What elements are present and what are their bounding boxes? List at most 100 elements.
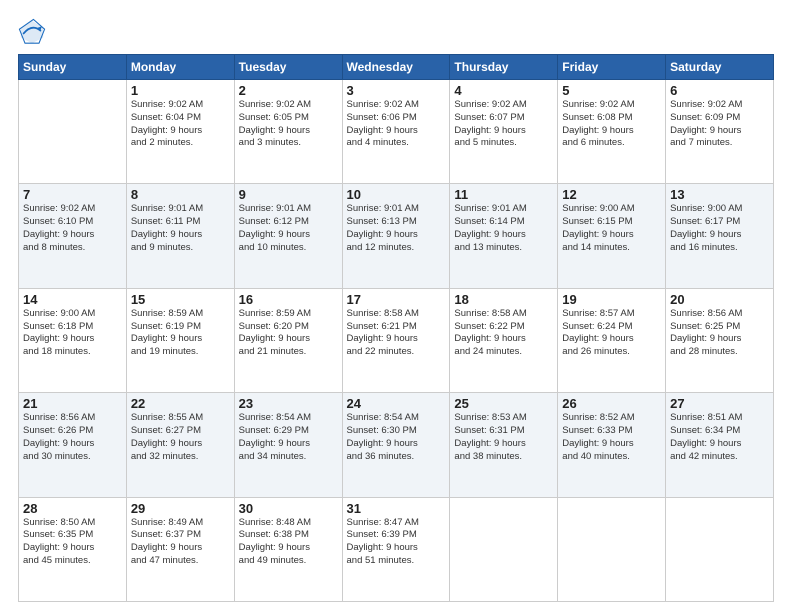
- logo-icon: [18, 18, 46, 46]
- day-cell: 9Sunrise: 9:01 AM Sunset: 6:12 PM Daylig…: [234, 184, 342, 288]
- day-number: 3: [347, 83, 446, 98]
- day-number: 9: [239, 187, 338, 202]
- day-info: Sunrise: 9:00 AM Sunset: 6:15 PM Dayligh…: [562, 203, 661, 254]
- day-cell: [19, 80, 127, 184]
- day-number: 2: [239, 83, 338, 98]
- day-cell: 7Sunrise: 9:02 AM Sunset: 6:10 PM Daylig…: [19, 184, 127, 288]
- week-row-5: 28Sunrise: 8:50 AM Sunset: 6:35 PM Dayli…: [19, 497, 774, 601]
- day-info: Sunrise: 8:47 AM Sunset: 6:39 PM Dayligh…: [347, 517, 446, 568]
- day-cell: 15Sunrise: 8:59 AM Sunset: 6:19 PM Dayli…: [126, 288, 234, 392]
- day-info: Sunrise: 8:58 AM Sunset: 6:22 PM Dayligh…: [454, 308, 553, 359]
- day-info: Sunrise: 8:55 AM Sunset: 6:27 PM Dayligh…: [131, 412, 230, 463]
- day-cell: 2Sunrise: 9:02 AM Sunset: 6:05 PM Daylig…: [234, 80, 342, 184]
- day-info: Sunrise: 8:54 AM Sunset: 6:30 PM Dayligh…: [347, 412, 446, 463]
- day-number: 17: [347, 292, 446, 307]
- day-info: Sunrise: 9:00 AM Sunset: 6:18 PM Dayligh…: [23, 308, 122, 359]
- day-info: Sunrise: 8:52 AM Sunset: 6:33 PM Dayligh…: [562, 412, 661, 463]
- day-number: 30: [239, 501, 338, 516]
- day-cell: 8Sunrise: 9:01 AM Sunset: 6:11 PM Daylig…: [126, 184, 234, 288]
- col-header-monday: Monday: [126, 55, 234, 80]
- day-number: 1: [131, 83, 230, 98]
- day-cell: 29Sunrise: 8:49 AM Sunset: 6:37 PM Dayli…: [126, 497, 234, 601]
- day-info: Sunrise: 8:50 AM Sunset: 6:35 PM Dayligh…: [23, 517, 122, 568]
- day-number: 26: [562, 396, 661, 411]
- day-number: 19: [562, 292, 661, 307]
- week-row-1: 1Sunrise: 9:02 AM Sunset: 6:04 PM Daylig…: [19, 80, 774, 184]
- day-info: Sunrise: 9:00 AM Sunset: 6:17 PM Dayligh…: [670, 203, 769, 254]
- day-number: 18: [454, 292, 553, 307]
- day-cell: 1Sunrise: 9:02 AM Sunset: 6:04 PM Daylig…: [126, 80, 234, 184]
- day-cell: 14Sunrise: 9:00 AM Sunset: 6:18 PM Dayli…: [19, 288, 127, 392]
- day-info: Sunrise: 8:48 AM Sunset: 6:38 PM Dayligh…: [239, 517, 338, 568]
- week-row-4: 21Sunrise: 8:56 AM Sunset: 6:26 PM Dayli…: [19, 393, 774, 497]
- day-number: 11: [454, 187, 553, 202]
- day-info: Sunrise: 9:01 AM Sunset: 6:12 PM Dayligh…: [239, 203, 338, 254]
- day-cell: 24Sunrise: 8:54 AM Sunset: 6:30 PM Dayli…: [342, 393, 450, 497]
- day-cell: 21Sunrise: 8:56 AM Sunset: 6:26 PM Dayli…: [19, 393, 127, 497]
- day-cell: 11Sunrise: 9:01 AM Sunset: 6:14 PM Dayli…: [450, 184, 558, 288]
- day-number: 22: [131, 396, 230, 411]
- day-info: Sunrise: 8:59 AM Sunset: 6:20 PM Dayligh…: [239, 308, 338, 359]
- header-row: SundayMondayTuesdayWednesdayThursdayFrid…: [19, 55, 774, 80]
- day-info: Sunrise: 9:01 AM Sunset: 6:13 PM Dayligh…: [347, 203, 446, 254]
- day-cell: 27Sunrise: 8:51 AM Sunset: 6:34 PM Dayli…: [666, 393, 774, 497]
- day-cell: 5Sunrise: 9:02 AM Sunset: 6:08 PM Daylig…: [558, 80, 666, 184]
- day-number: 28: [23, 501, 122, 516]
- day-cell: [558, 497, 666, 601]
- day-info: Sunrise: 8:51 AM Sunset: 6:34 PM Dayligh…: [670, 412, 769, 463]
- day-number: 4: [454, 83, 553, 98]
- day-info: Sunrise: 8:53 AM Sunset: 6:31 PM Dayligh…: [454, 412, 553, 463]
- day-info: Sunrise: 9:01 AM Sunset: 6:14 PM Dayligh…: [454, 203, 553, 254]
- day-cell: 10Sunrise: 9:01 AM Sunset: 6:13 PM Dayli…: [342, 184, 450, 288]
- week-row-2: 7Sunrise: 9:02 AM Sunset: 6:10 PM Daylig…: [19, 184, 774, 288]
- day-number: 5: [562, 83, 661, 98]
- day-cell: 20Sunrise: 8:56 AM Sunset: 6:25 PM Dayli…: [666, 288, 774, 392]
- day-cell: 4Sunrise: 9:02 AM Sunset: 6:07 PM Daylig…: [450, 80, 558, 184]
- week-row-3: 14Sunrise: 9:00 AM Sunset: 6:18 PM Dayli…: [19, 288, 774, 392]
- day-number: 21: [23, 396, 122, 411]
- day-info: Sunrise: 9:02 AM Sunset: 6:04 PM Dayligh…: [131, 99, 230, 150]
- day-cell: 17Sunrise: 8:58 AM Sunset: 6:21 PM Dayli…: [342, 288, 450, 392]
- day-cell: 30Sunrise: 8:48 AM Sunset: 6:38 PM Dayli…: [234, 497, 342, 601]
- day-cell: 23Sunrise: 8:54 AM Sunset: 6:29 PM Dayli…: [234, 393, 342, 497]
- day-info: Sunrise: 9:02 AM Sunset: 6:08 PM Dayligh…: [562, 99, 661, 150]
- day-number: 15: [131, 292, 230, 307]
- day-cell: 13Sunrise: 9:00 AM Sunset: 6:17 PM Dayli…: [666, 184, 774, 288]
- col-header-thursday: Thursday: [450, 55, 558, 80]
- day-info: Sunrise: 9:02 AM Sunset: 6:09 PM Dayligh…: [670, 99, 769, 150]
- day-info: Sunrise: 8:56 AM Sunset: 6:26 PM Dayligh…: [23, 412, 122, 463]
- col-header-tuesday: Tuesday: [234, 55, 342, 80]
- day-number: 27: [670, 396, 769, 411]
- day-cell: 19Sunrise: 8:57 AM Sunset: 6:24 PM Dayli…: [558, 288, 666, 392]
- day-info: Sunrise: 9:01 AM Sunset: 6:11 PM Dayligh…: [131, 203, 230, 254]
- day-number: 31: [347, 501, 446, 516]
- day-cell: 25Sunrise: 8:53 AM Sunset: 6:31 PM Dayli…: [450, 393, 558, 497]
- day-number: 25: [454, 396, 553, 411]
- day-number: 24: [347, 396, 446, 411]
- day-cell: 31Sunrise: 8:47 AM Sunset: 6:39 PM Dayli…: [342, 497, 450, 601]
- day-cell: 3Sunrise: 9:02 AM Sunset: 6:06 PM Daylig…: [342, 80, 450, 184]
- day-number: 8: [131, 187, 230, 202]
- day-cell: [666, 497, 774, 601]
- day-cell: 16Sunrise: 8:59 AM Sunset: 6:20 PM Dayli…: [234, 288, 342, 392]
- day-cell: 12Sunrise: 9:00 AM Sunset: 6:15 PM Dayli…: [558, 184, 666, 288]
- day-number: 29: [131, 501, 230, 516]
- day-cell: [450, 497, 558, 601]
- day-cell: 6Sunrise: 9:02 AM Sunset: 6:09 PM Daylig…: [666, 80, 774, 184]
- col-header-sunday: Sunday: [19, 55, 127, 80]
- day-info: Sunrise: 8:54 AM Sunset: 6:29 PM Dayligh…: [239, 412, 338, 463]
- day-number: 23: [239, 396, 338, 411]
- day-info: Sunrise: 9:02 AM Sunset: 6:07 PM Dayligh…: [454, 99, 553, 150]
- day-number: 16: [239, 292, 338, 307]
- day-info: Sunrise: 8:56 AM Sunset: 6:25 PM Dayligh…: [670, 308, 769, 359]
- day-number: 13: [670, 187, 769, 202]
- day-number: 6: [670, 83, 769, 98]
- day-info: Sunrise: 8:57 AM Sunset: 6:24 PM Dayligh…: [562, 308, 661, 359]
- day-cell: 26Sunrise: 8:52 AM Sunset: 6:33 PM Dayli…: [558, 393, 666, 497]
- col-header-friday: Friday: [558, 55, 666, 80]
- day-number: 12: [562, 187, 661, 202]
- day-info: Sunrise: 9:02 AM Sunset: 6:06 PM Dayligh…: [347, 99, 446, 150]
- day-cell: 22Sunrise: 8:55 AM Sunset: 6:27 PM Dayli…: [126, 393, 234, 497]
- day-cell: 28Sunrise: 8:50 AM Sunset: 6:35 PM Dayli…: [19, 497, 127, 601]
- calendar-table: SundayMondayTuesdayWednesdayThursdayFrid…: [18, 54, 774, 602]
